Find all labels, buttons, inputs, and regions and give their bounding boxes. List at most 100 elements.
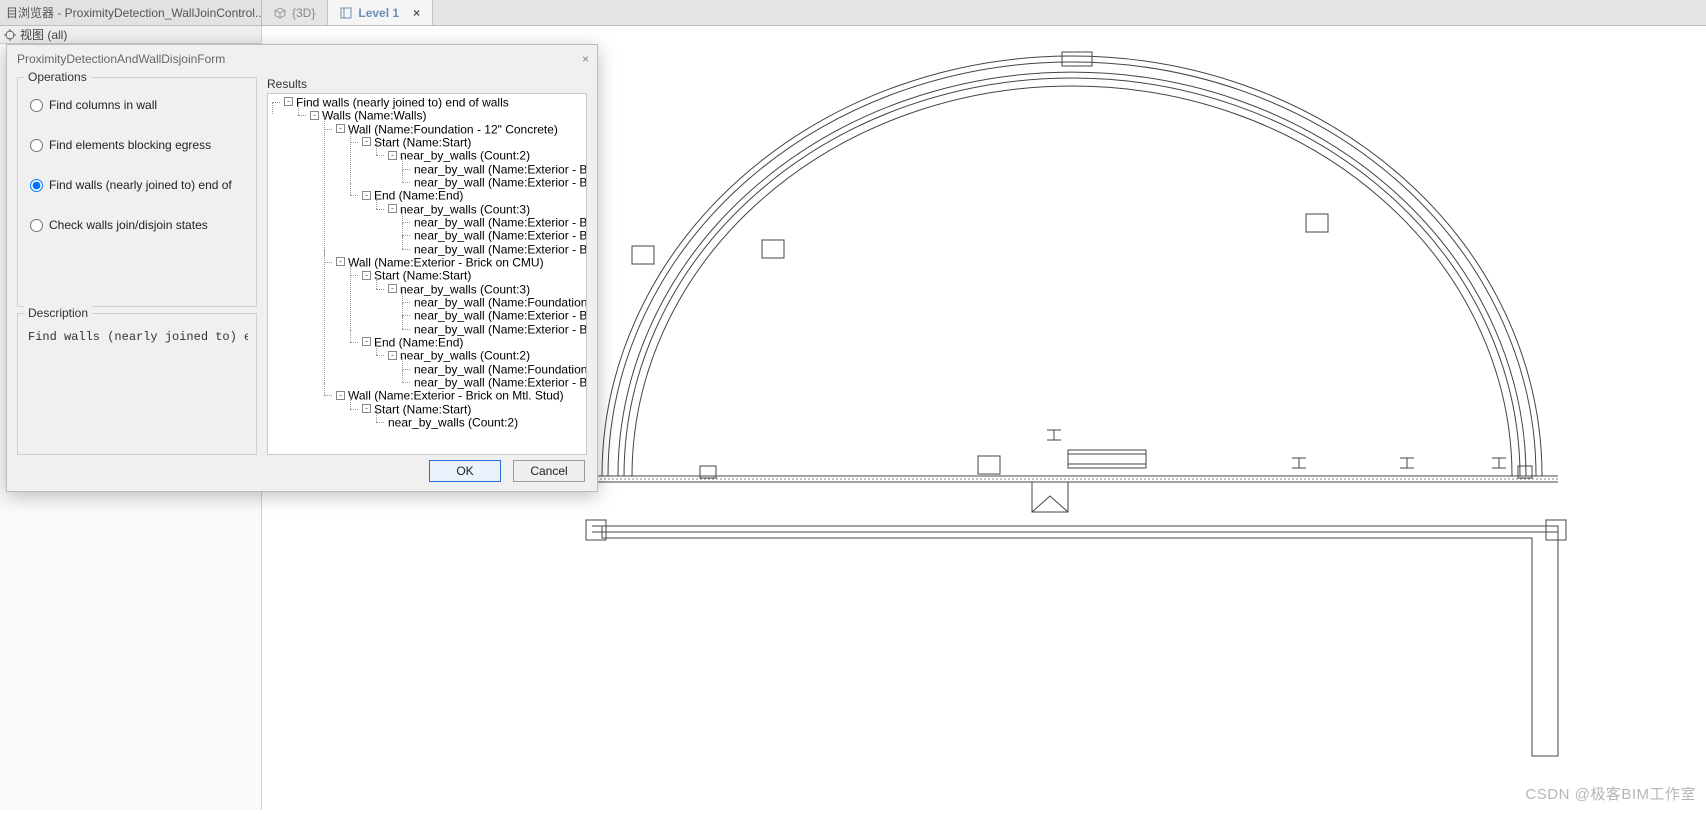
description-text: Find walls (nearly joined to) end of wa xyxy=(26,324,248,350)
tree-node[interactable]: -near_by_walls (Count:3)near_by_wall (Na… xyxy=(376,283,586,336)
tab-level1[interactable]: Level 1 × xyxy=(328,0,433,25)
collapse-icon[interactable]: - xyxy=(336,391,345,400)
tab-3d-label: {3D} xyxy=(292,6,315,20)
project-browser-label: 目浏览器 - ProximityDetection_WallJoinContro… xyxy=(0,0,262,25)
tree-node-label: Walls (Name:Walls) xyxy=(322,109,426,123)
tree-node[interactable]: near_by_wall (Name:Exterior - Brick xyxy=(402,376,586,389)
tree-node[interactable]: near_by_wall (Name:Exterior - Brick xyxy=(402,163,586,176)
tree-node-label: Wall (Name:Exterior - Brick on CMU) xyxy=(348,255,544,269)
collapse-icon[interactable]: - xyxy=(284,97,293,106)
tree-node-label: near_by_walls (Count:3) xyxy=(400,202,530,216)
tree-node[interactable]: -End (Name:End)-near_by_walls (Count:3)n… xyxy=(350,189,586,256)
tree-node[interactable]: -near_by_walls (Count:3)near_by_wall (Na… xyxy=(376,203,586,256)
plan-icon xyxy=(340,7,352,19)
collapse-icon[interactable]: - xyxy=(336,257,345,266)
tree-node[interactable]: -Start (Name:Start)-near_by_walls (Count… xyxy=(350,136,586,189)
tree-node-label: End (Name:End) xyxy=(374,335,463,349)
watermark-text: CSDN @极客BIM工作室 xyxy=(1525,783,1696,804)
radio-find-columns[interactable]: Find columns in wall xyxy=(30,98,248,112)
tree-node[interactable]: -Start (Name:Start)near_by_walls (Count:… xyxy=(350,403,586,430)
view-filter-label: 视图 (all) xyxy=(20,26,67,43)
tree-node-label: near_by_wall (Name:Exterior - Brick xyxy=(414,229,587,243)
radio-find-columns-label: Find columns in wall xyxy=(49,98,157,112)
tree-node[interactable]: -near_by_walls (Count:2)near_by_wall (Na… xyxy=(376,149,586,189)
tree-node-label: near_by_walls (Count:3) xyxy=(400,282,530,296)
close-icon[interactable]: × xyxy=(582,52,589,66)
tab-3d[interactable]: {3D} xyxy=(262,0,328,25)
tree-node-label: near_by_wall (Name:Exterior - Brick xyxy=(414,162,587,176)
tree-node-label: End (Name:End) xyxy=(374,189,463,203)
tree-node-label: Wall (Name:Foundation - 12" Concrete) xyxy=(348,122,558,136)
tree-node-label: Start (Name:Start) xyxy=(374,269,471,283)
proximity-dialog: ProximityDetectionAndWallDisjoinForm × O… xyxy=(6,44,598,492)
results-legend: Results xyxy=(267,77,587,93)
tree-node-label: near_by_wall (Name:Exterior - Brick xyxy=(414,309,587,323)
collapse-icon[interactable]: - xyxy=(310,111,319,120)
tree-node[interactable]: -Find walls (nearly joined to) end of wa… xyxy=(272,96,586,429)
tree-node-label: near_by_wall (Name:Exterior - Brick xyxy=(414,242,587,256)
tree-node-label: Start (Name:Start) xyxy=(374,402,471,416)
radio-nearly-joined-input[interactable] xyxy=(30,179,43,192)
radio-blocking-egress-label: Find elements blocking egress xyxy=(49,138,211,152)
dialog-titlebar[interactable]: ProximityDetectionAndWallDisjoinForm × xyxy=(7,45,597,73)
tree-node[interactable]: near_by_wall (Name:Exterior - Brick xyxy=(402,176,586,189)
target-icon xyxy=(4,29,16,41)
radio-blocking-egress-input[interactable] xyxy=(30,139,43,152)
tree-node-label: near_by_walls (Count:2) xyxy=(388,415,518,429)
operations-groupbox: Operations Find columns in wall Find ele… xyxy=(17,77,257,307)
tree-node-label: near_by_wall (Name:Foundation - 12" xyxy=(414,295,587,309)
radio-nearly-joined[interactable]: Find walls (nearly joined to) end of xyxy=(30,178,248,192)
collapse-icon[interactable]: - xyxy=(388,351,397,360)
collapse-icon[interactable]: - xyxy=(336,124,345,133)
radio-join-states[interactable]: Check walls join/disjoin states xyxy=(30,218,248,232)
collapse-icon[interactable]: - xyxy=(362,191,371,200)
view-filter-row[interactable]: 视图 (all) xyxy=(0,26,262,44)
results-tree[interactable]: -Find walls (nearly joined to) end of wa… xyxy=(267,93,587,455)
collapse-icon[interactable]: - xyxy=(362,337,371,346)
tree-node-label: near_by_wall (Name:Exterior - Brick xyxy=(414,322,587,336)
ok-button[interactable]: OK xyxy=(429,460,501,482)
collapse-icon[interactable]: - xyxy=(362,404,371,413)
close-icon[interactable]: × xyxy=(413,6,420,20)
operations-legend: Operations xyxy=(24,70,91,84)
tree-node-label: Find walls (nearly joined to) end of wal… xyxy=(296,95,509,109)
tree-node-label: Start (Name:Start) xyxy=(374,135,471,149)
collapse-icon[interactable]: - xyxy=(362,137,371,146)
tree-node[interactable]: -Wall (Name:Exterior - Brick on CMU)-Sta… xyxy=(324,256,586,389)
tree-node-label: near_by_wall (Name:Exterior - Brick xyxy=(414,375,587,389)
tree-node[interactable]: -Wall (Name:Foundation - 12" Concrete)-S… xyxy=(324,123,586,256)
tree-node[interactable]: -Walls (Name:Walls)-Wall (Name:Foundatio… xyxy=(298,109,586,429)
radio-find-columns-input[interactable] xyxy=(30,99,43,112)
tree-node[interactable]: near_by_wall (Name:Foundation - 12" xyxy=(402,296,586,309)
tree-node[interactable]: -End (Name:End)-near_by_walls (Count:2)n… xyxy=(350,336,586,389)
radio-join-states-input[interactable] xyxy=(30,219,43,232)
radio-nearly-joined-label: Find walls (nearly joined to) end of xyxy=(49,178,232,192)
collapse-icon[interactable]: - xyxy=(362,271,371,280)
tree-node-label: near_by_wall (Name:Foundation - 12" xyxy=(414,362,587,376)
tree-node-label: near_by_walls (Count:2) xyxy=(400,149,530,163)
tree-node[interactable]: near_by_wall (Name:Foundation - 12" xyxy=(402,363,586,376)
description-groupbox: Description Find walls (nearly joined to… xyxy=(17,313,257,455)
collapse-icon[interactable]: - xyxy=(388,151,397,160)
tree-node[interactable]: -near_by_walls (Count:2)near_by_wall (Na… xyxy=(376,349,586,389)
tree-node[interactable]: near_by_wall (Name:Exterior - Brick xyxy=(402,323,586,336)
description-legend: Description xyxy=(24,306,92,320)
collapse-icon[interactable]: - xyxy=(388,204,397,213)
radio-join-states-label: Check walls join/disjoin states xyxy=(49,218,208,232)
collapse-icon[interactable]: - xyxy=(388,284,397,293)
tree-node[interactable]: near_by_walls (Count:2) xyxy=(376,416,586,429)
tree-node[interactable]: near_by_wall (Name:Exterior - Brick xyxy=(402,309,586,322)
tree-node[interactable]: near_by_wall (Name:Exterior - Brick xyxy=(402,243,586,256)
tree-node-label: near_by_wall (Name:Exterior - Brick xyxy=(414,215,587,229)
tree-node[interactable]: near_by_wall (Name:Exterior - Brick xyxy=(402,216,586,229)
radio-blocking-egress[interactable]: Find elements blocking egress xyxy=(30,138,248,152)
tree-node-label: Wall (Name:Exterior - Brick on Mtl. Stud… xyxy=(348,389,564,403)
tree-node[interactable]: near_by_wall (Name:Exterior - Brick xyxy=(402,229,586,242)
cube-icon xyxy=(274,7,286,19)
tree-node-label: near_by_walls (Count:2) xyxy=(400,349,530,363)
project-browser-label-text: 目浏览器 - ProximityDetection_WallJoinContro… xyxy=(6,4,262,21)
tree-node[interactable]: -Start (Name:Start)-near_by_walls (Count… xyxy=(350,269,586,336)
tree-node[interactable]: -Wall (Name:Exterior - Brick on Mtl. Stu… xyxy=(324,389,586,429)
tree-node-label: near_by_wall (Name:Exterior - Brick xyxy=(414,175,587,189)
cancel-button[interactable]: Cancel xyxy=(513,460,585,482)
